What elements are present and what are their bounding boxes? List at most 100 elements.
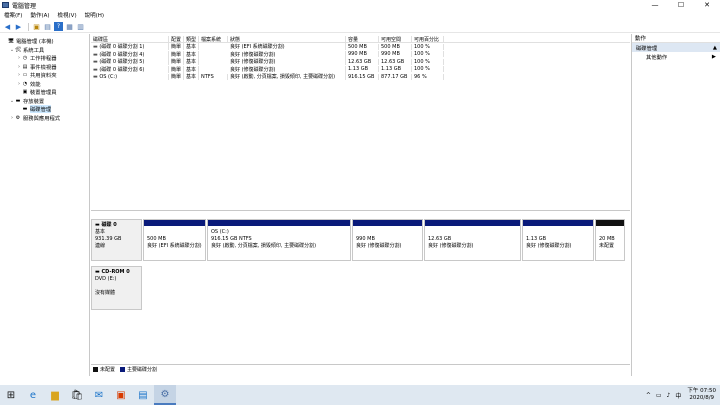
tree-item[interactable]: › ◔ 效能 — [0, 80, 89, 89]
edge-icon[interactable]: e — [22, 385, 44, 405]
maximize-button[interactable]: ☐ — [668, 0, 694, 10]
computer-management-icon — [2, 2, 9, 8]
table-cell: 1.13 GB — [346, 66, 379, 73]
input-method-indicator[interactable]: 中 — [675, 391, 681, 400]
partition-size: 1.13 GB — [526, 236, 547, 242]
partition[interactable]: 990 MB 良好 (修復磁碟分割) — [352, 219, 423, 261]
tree-item[interactable]: › ▭ 共用資料夾 — [0, 71, 89, 80]
more-actions-item[interactable]: 其他動作 ▶ — [632, 52, 720, 61]
back-icon[interactable]: ◀ — [3, 22, 12, 31]
actions-section-disk-management[interactable]: 磁碟管理 ▲ — [632, 43, 720, 52]
close-button[interactable]: ✕ — [694, 0, 720, 10]
disk-info: 沒有媒體 — [95, 290, 116, 296]
table-cell: 良好 (修復磁碟分割) — [228, 65, 346, 73]
minimize-button[interactable]: — — [642, 0, 668, 10]
store-icon[interactable]: 🛍 — [66, 385, 88, 405]
tree-item[interactable]: ▬ 磁碟管理 — [0, 105, 89, 114]
table-cell: 簡單 — [169, 58, 184, 66]
computer-icon: 🖥 — [7, 38, 15, 45]
tree-item[interactable]: › ⚙ 服務與應用程式 — [0, 114, 89, 123]
column-header[interactable]: 磁碟區 — [91, 36, 169, 42]
main-pane: 磁碟區 配置 類型 檔案系統 狀態 容量 可用空間 可用百分比 ▬ (磁碟 0 磁碟分割 1)… — [91, 34, 630, 396]
column-header[interactable]: 類型 — [184, 36, 199, 42]
table-row[interactable]: ▬ (磁碟 0 磁碟分割 4) 簡單 基本 良好 (修復磁碟分割) 990 MB 990 … — [91, 50, 630, 59]
view-icon[interactable]: ▥ — [76, 22, 85, 31]
menu-action[interactable]: 動作(A) — [30, 11, 49, 19]
table-row[interactable]: ▬ (磁碟 0 磁碟分割 6) 簡單 基本 良好 (修復磁碟分割) 1.13 GB 1.1… — [91, 65, 630, 74]
disk-info — [95, 283, 138, 290]
table-row[interactable]: ▬ (磁碟 0 磁碟分割 1) 簡單 基本 良好 (EFI 系統磁碟分割) 500 MB… — [91, 43, 630, 51]
tree-item[interactable]: 🖥 電腦管理 (本機) — [0, 37, 89, 46]
control-panel-icon[interactable]: ▤ — [132, 385, 154, 405]
partition-list — [143, 266, 630, 310]
tree-item[interactable]: ⌄ 🛠 系統工具 — [0, 46, 89, 55]
tree-item[interactable]: ⌄ ▬ 存放裝置 — [0, 97, 89, 106]
menu-view[interactable]: 檢視(V) — [58, 11, 77, 19]
column-header[interactable]: 可用百分比 — [412, 36, 444, 42]
volume-name: (磁碟 0 磁碟分割 5) — [99, 59, 145, 66]
partition[interactable]: 1.13 GB 良好 (修復磁碟分割) — [522, 219, 594, 261]
table-cell: 100 % — [412, 43, 444, 50]
actions-section-label: 磁碟管理 — [636, 45, 658, 52]
tree-item-label: 磁碟管理 — [30, 105, 52, 114]
submenu-arrow-icon: ▶ — [711, 53, 716, 60]
legend-swatch — [120, 367, 126, 372]
column-header[interactable]: 檔案系統 — [199, 36, 228, 42]
menu-file[interactable]: 檔案(F) — [4, 11, 22, 19]
up-folder-icon[interactable]: ▣ — [32, 22, 41, 31]
partition[interactable]: 12.63 GB 良好 (修復磁碟分割) — [424, 219, 521, 261]
partition[interactable]: 20 MB 未配置 — [595, 219, 625, 261]
clock[interactable]: 下午 07:50 2020/8/9 — [687, 388, 716, 402]
partition[interactable]: OS (C:) 916.15 GB NTFS 良好 (啟動, 分頁檔案, 損毀傾印,… — [207, 219, 351, 261]
clock-time: 下午 07:50 — [687, 388, 716, 394]
volume-name: (磁碟 0 磁碟分割 4) — [99, 51, 145, 58]
table-cell: ▬ OS (C:) — [91, 73, 169, 80]
disk-row: ▬ CD-ROM 0 DVD (E:) 沒有媒體 — [91, 266, 630, 310]
partition[interactable]: 500 MB 良好 (EFI 系統磁碟分割) — [143, 219, 206, 261]
tree-item[interactable]: › ◷ 工作排程器 — [0, 54, 89, 63]
menu-help[interactable]: 說明(H) — [85, 11, 104, 19]
mail-icon[interactable]: ✉ — [88, 385, 110, 405]
title-bar: 電腦管理 — ☐ ✕ — [0, 0, 720, 10]
table-cell: ▬ (磁碟 0 磁碟分割 5) — [91, 58, 169, 66]
menu-bar: 檔案(F) 動作(A) 檢視(V) 說明(H) — [0, 10, 720, 20]
column-header[interactable]: 配置 — [169, 36, 184, 42]
column-header[interactable]: 容量 — [346, 36, 379, 42]
volume-icon[interactable]: ♪ — [667, 392, 671, 399]
legend: 未配置 主要磁碟分割 — [91, 364, 630, 374]
show-hide-tree-icon[interactable]: ▤ — [43, 22, 52, 31]
services-icon: ⚙ — [15, 114, 21, 121]
partition-title — [356, 229, 419, 236]
network-icon[interactable]: ▭ — [656, 392, 662, 399]
event-icon: ▤ — [22, 63, 28, 70]
show-hidden-icons-icon[interactable]: ^ — [646, 392, 651, 399]
partition-status: 良好 (修復磁碟分割) — [356, 243, 402, 249]
forward-icon[interactable]: ▶ — [14, 22, 23, 31]
help-icon[interactable]: ? — [54, 22, 63, 31]
column-header[interactable]: 可用空間 — [379, 36, 412, 42]
tree-item[interactable]: ▣ 裝置管理員 — [0, 88, 89, 97]
column-header[interactable]: 狀態 — [228, 36, 346, 42]
disk-info: 基本 — [95, 229, 106, 235]
computer-management-icon[interactable]: ⚙ — [154, 385, 176, 405]
properties-icon[interactable]: ▦ — [65, 22, 74, 31]
table-cell: 基本 — [184, 73, 199, 81]
table-row[interactable]: ▬ (磁碟 0 磁碟分割 5) 簡單 基本 良好 (修復磁碟分割) 12.63 GB 12… — [91, 58, 630, 66]
office-icon[interactable]: ▣ — [110, 385, 132, 405]
start-icon[interactable]: ⊞ — [0, 385, 22, 405]
tree-item[interactable]: › ▤ 事件檢視器 — [0, 63, 89, 72]
table-cell: 12.63 GB — [346, 58, 379, 65]
disk-label[interactable]: ▬ CD-ROM 0 DVD (E:) 沒有媒體 — [91, 266, 142, 310]
tree-item-label: 系統工具 — [23, 47, 45, 54]
partition-status: 良好 (EFI 系統磁碟分割) — [147, 243, 202, 249]
table-cell: 良好 (修復磁碟分割) — [228, 50, 346, 58]
disk-name: ▬ CD-ROM 0 — [95, 269, 138, 276]
collapse-icon[interactable]: ▲ — [713, 45, 717, 51]
table-cell: 簡單 — [169, 50, 184, 58]
actions-header: 動作 — [632, 34, 720, 43]
clock-icon: ◷ — [22, 55, 28, 62]
disk-label[interactable]: ▬ 磁碟 0 基本 931.39 GB 連線 — [91, 219, 142, 261]
tree-item-label: 電腦管理 (本機) — [16, 39, 54, 46]
file-explorer-icon[interactable]: ▆ — [44, 385, 66, 405]
table-row[interactable]: ▬ OS (C:) 簡單 基本 NTFS 良好 (啟動, 分頁檔案, 損毀傾印, 主要磁… — [91, 73, 630, 81]
